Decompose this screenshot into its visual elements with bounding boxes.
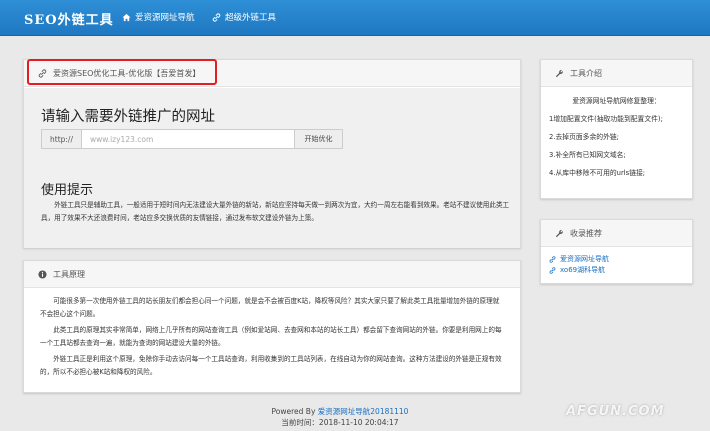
tool-intro-header: 工具介绍 [541,60,692,87]
intro-item: 1增加配置文件(抽取功能到配置文件); [549,115,663,123]
principle-paragraph: 外链工具正是利用这个原理，免除你手动去访问每一个工具站查询，利用收集到的工具站列… [40,355,502,376]
favorite-link-label: xo69湖科导航 [560,266,606,274]
powered-by-line: Powered By 爱资源网址导航20181110 [230,406,450,417]
tool-intro-body: 爱资源网址导航网修复整理： 1增加配置文件(抽取功能到配置文件); 2.去掉页面… [541,87,692,179]
favorites-body: 爱资源网址导航 xo69湖科导航 [541,247,692,283]
principle-body: 可能很多第一次使用外链工具的站长朋友们都会担心同一个问题，就是会不会被百度K站，… [24,288,520,378]
favorites-title: 收录推荐 [570,228,602,238]
powered-by-prefix: Powered By [271,407,318,416]
principle-title: 工具原理 [53,269,85,279]
current-time: 当前时间：2018-11-10 20:04:17 [281,418,399,427]
nav-links-label: 超级外链工具 [225,13,277,23]
protocol-addon: http:// [42,130,82,148]
intro-item: 4.从库中移除不可用的urls链接; [549,169,646,177]
nav-item-links[interactable]: 超级外链工具 [212,11,276,23]
favorite-link-label: 爱资源网址导航 [560,255,609,263]
info-icon [38,269,47,279]
tool-intro-panel: 工具介绍 爱资源网址导航网修复整理： 1增加配置文件(抽取功能到配置文件); 2… [540,59,693,199]
nav-home-label: 爱资源网址导航 [135,13,195,23]
site-watermark: AFGUN.COM [566,404,665,419]
footer: Powered By 爱资源网址导航20181110 当前时间：2018-11-… [230,406,450,428]
tips-heading: 使用提示 [41,183,94,198]
link-icon [549,256,556,263]
wrench-icon [555,229,564,237]
tool-intro-title: 工具介绍 [570,68,602,78]
favorites-panel: 收录推荐 爱资源网址导航 xo69湖科导航 [540,219,693,284]
top-navbar: SEO外链工具 爱资源网址导航 超级外链工具 [0,0,710,36]
intro-item: 2.去掉页面多余的外链; [549,133,619,141]
link-icon [212,12,221,22]
url-input[interactable] [82,130,294,148]
nav-item-home[interactable]: 爱资源网址导航 [122,11,195,23]
intro-item: 3.补全所有已知网文域名; [549,151,626,159]
tips-text: 外链工具只是辅助工具，一般适用于短时间内无法建设大量外链的新站，新站应坚持每天做… [41,201,510,222]
principle-panel: 工具原理 可能很多第一次使用外链工具的站长朋友们都会担心同一个问题，就是会不会被… [23,260,521,393]
url-input-group: http:// 开始优化 [41,129,343,149]
start-optimize-button[interactable]: 开始优化 [294,130,342,148]
intro-heading: 爱资源网址导航网修复整理： [572,97,661,105]
url-form-area: 请输入需要外链推广的网址 http:// 开始优化 使用提示 外链工具只是辅助工… [24,88,520,248]
favorites-header: 收录推荐 [541,220,692,247]
main-panel: 爱资源SEO优化工具-优化版【吾爱首发】 请输入需要外链推广的网址 http:/… [23,59,521,248]
principle-panel-header: 工具原理 [24,261,520,288]
principle-paragraph: 此类工具的原理其实非常简单，网络上几乎所有的网站查询工具（例如爱站网、去查网和本… [40,326,502,347]
home-icon [122,13,131,21]
highlight-annotation [27,59,217,85]
brand-title[interactable]: SEO外链工具 [24,9,114,28]
powered-by-link[interactable]: 爱资源网址导航20181110 [318,407,409,416]
favorite-link-xo69[interactable]: xo69湖科导航 [549,265,684,276]
link-icon [549,267,556,274]
wrench-icon [555,69,564,77]
favorite-link-izy[interactable]: 爱资源网址导航 [549,254,684,265]
principle-paragraph: 可能很多第一次使用外链工具的站长朋友们都会担心同一个问题，就是会不会被百度K站，… [40,297,500,318]
url-heading: 请输入需要外链推广的网址 [41,109,215,125]
